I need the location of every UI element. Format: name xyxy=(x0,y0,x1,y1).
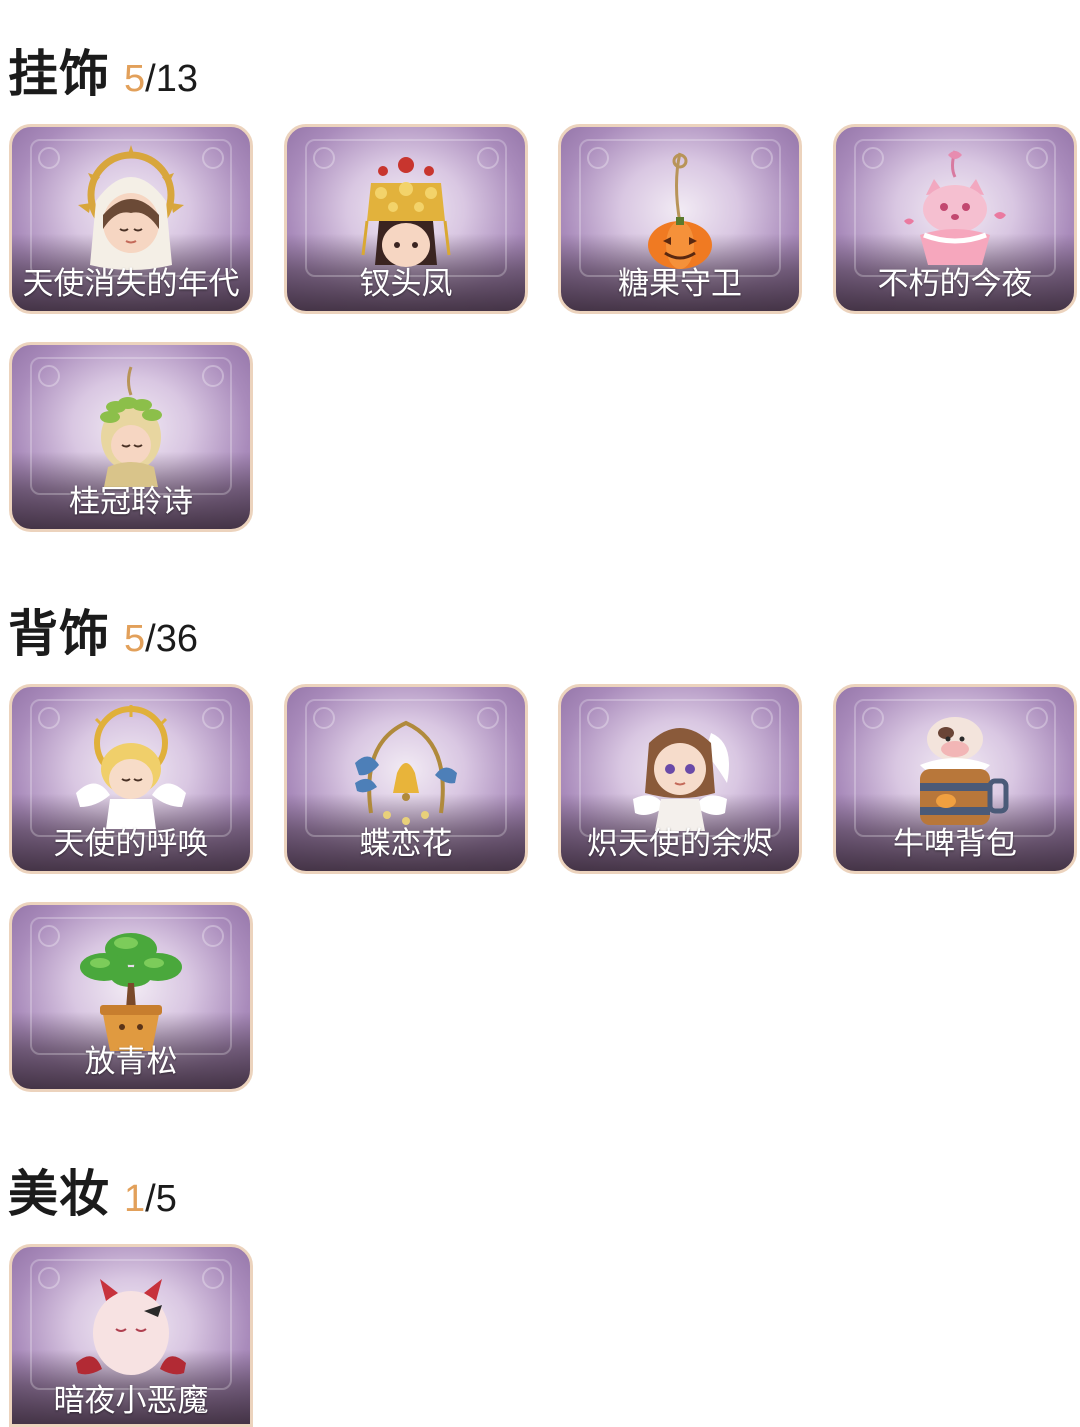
cow-beer-barrel-icon xyxy=(890,703,1020,837)
section-count: 5/13 xyxy=(124,58,198,101)
item-label: 不朽的今夜 xyxy=(877,266,1033,302)
item-label: 桂冠聆诗 xyxy=(69,484,193,520)
item-card[interactable]: 糖果守卫 xyxy=(558,124,802,314)
total-count: /5 xyxy=(145,1178,177,1220)
section-title: 挂饰 xyxy=(8,45,110,103)
item-label: 天使的呼唤 xyxy=(53,826,209,862)
item-card[interactable]: 天使的呼唤 xyxy=(9,684,253,874)
seraph-girl-icon xyxy=(615,703,745,837)
owned-count: 1 xyxy=(124,1178,146,1220)
angel-halo-girl-icon xyxy=(66,143,196,277)
item-label: 暗夜小恶魔 xyxy=(53,1383,209,1419)
item-label: 天使消失的年代 xyxy=(22,266,240,302)
item-card[interactable]: 暗夜小恶魔 xyxy=(9,1244,253,1427)
butterfly-bell-icon xyxy=(341,703,471,837)
item-card[interactable]: 钗头凤 xyxy=(284,124,528,314)
item-label: 炽天使的余烬 xyxy=(587,826,773,862)
item-label: 钗头凤 xyxy=(359,266,453,302)
section-title: 背饰 xyxy=(8,605,110,663)
section-header: 挂饰 5/13 xyxy=(8,34,198,106)
item-card[interactable]: 蝶恋花 xyxy=(284,684,528,874)
item-card[interactable]: 天使消失的年代 xyxy=(9,124,253,314)
section-count: 5/36 xyxy=(124,618,198,661)
golden-angel-icon xyxy=(66,703,196,837)
section-header: 背饰 5/36 xyxy=(8,594,198,666)
item-card[interactable]: 放青松 xyxy=(9,902,253,1092)
section-count: 1/5 xyxy=(124,1178,177,1221)
item-card[interactable]: 不朽的今夜 xyxy=(833,124,1077,314)
phoenix-crown-girl-icon xyxy=(341,143,471,277)
total-count: /13 xyxy=(145,58,198,100)
pink-fox-cupcake-icon xyxy=(890,143,1020,277)
section-title: 美妆 xyxy=(8,1165,110,1223)
pumpkin-candy-icon xyxy=(615,143,745,277)
item-label: 放青松 xyxy=(84,1044,178,1080)
item-card[interactable]: 炽天使的余烬 xyxy=(558,684,802,874)
section-header: 美妆 1/5 xyxy=(8,1154,177,1226)
item-card[interactable]: 牛啤背包 xyxy=(833,684,1077,874)
owned-count: 5 xyxy=(124,618,146,660)
owned-count: 5 xyxy=(124,58,146,100)
item-label: 牛啤背包 xyxy=(893,826,1017,862)
laurel-poet-icon xyxy=(66,361,196,495)
item-card[interactable]: 桂冠聆诗 xyxy=(9,342,253,532)
total-count: /36 xyxy=(145,618,198,660)
bonsai-pine-icon xyxy=(66,921,196,1055)
item-label: 蝶恋花 xyxy=(359,826,453,862)
item-label: 糖果守卫 xyxy=(618,266,742,302)
